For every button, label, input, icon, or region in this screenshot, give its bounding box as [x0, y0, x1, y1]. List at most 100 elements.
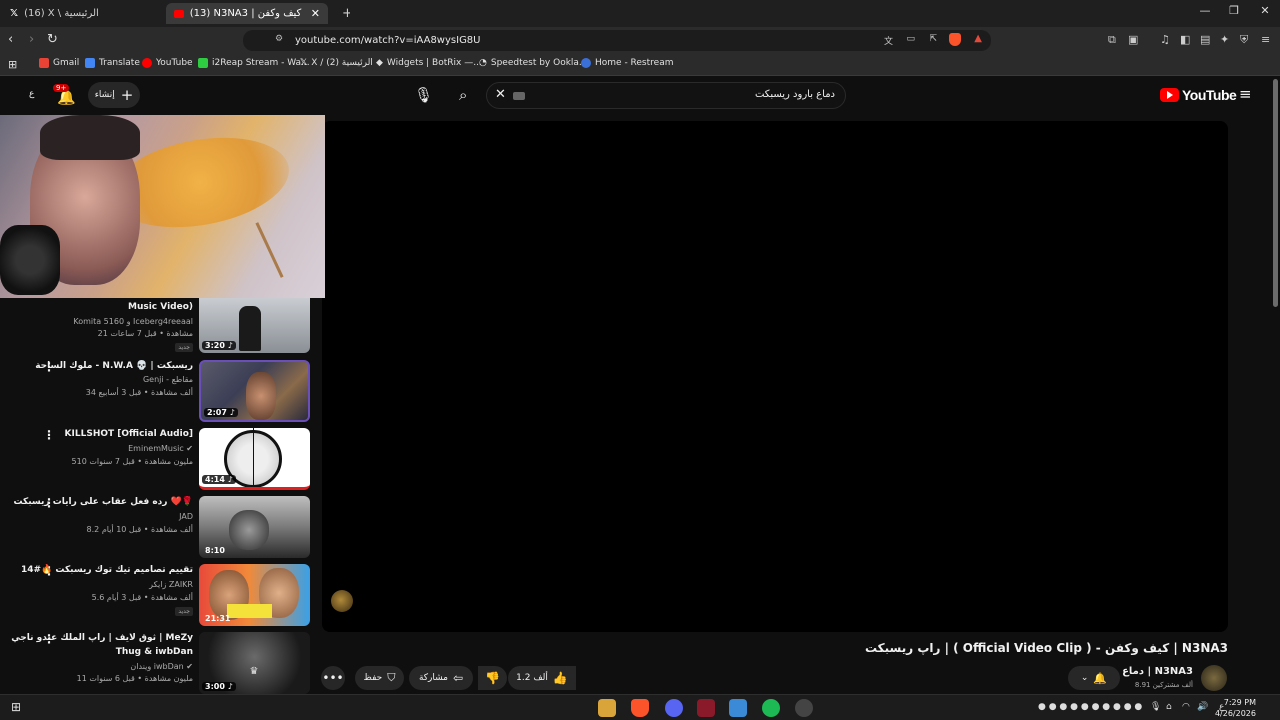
- wifi-icon[interactable]: ◠: [1182, 702, 1190, 712]
- site-info-icon[interactable]: ⚙: [275, 34, 283, 44]
- video-title[interactable]: ثوق لايف | راپ الملك عبدو ناجي | MeZy: [11, 632, 193, 644]
- app-a-icon[interactable]: [697, 699, 715, 717]
- video-player[interactable]: [322, 121, 1228, 632]
- vpn-icon[interactable]: ⛨: [1240, 33, 1248, 47]
- tab-x-home[interactable]: 𝕏 (16) X \ الرئيسية: [2, 3, 162, 24]
- video-thumbnail[interactable]: ♛ 3:00 ♪: [199, 632, 310, 694]
- search-icon[interactable]: ⌕: [459, 86, 467, 104]
- extensions-icon[interactable]: ⧉: [1108, 33, 1116, 47]
- channel-name[interactable]: Komita 5160 و Iceberg4reeaal: [73, 317, 193, 326]
- network-icon[interactable]: ⌂: [1166, 702, 1172, 712]
- media-icon[interactable]: ♫: [1160, 33, 1170, 46]
- close-window-icon[interactable]: ✕: [1250, 4, 1280, 17]
- obs-icon[interactable]: [795, 699, 813, 717]
- file-explorer-icon[interactable]: [598, 699, 616, 717]
- bookmark-youtube[interactable]: YouTube: [142, 58, 193, 68]
- chrome-profile-icon[interactable]: [665, 699, 683, 717]
- restore-icon[interactable]: ❐: [1219, 4, 1249, 17]
- save-button[interactable]: حفظ ⛉: [355, 666, 404, 690]
- share-button[interactable]: مشاركة ⇦: [409, 666, 473, 690]
- video-thumbnail[interactable]: 21:31: [199, 564, 310, 626]
- crypto-wallet-icon[interactable]: ▤: [1200, 33, 1210, 46]
- account-avatar[interactable]: ع: [29, 89, 34, 99]
- page-scrollbar[interactable]: [1271, 77, 1280, 694]
- video-title[interactable]: تقييم تصاميم تيك توك ريسبكت 🔥#14: [21, 564, 193, 576]
- new-tab-button[interactable]: +: [334, 3, 350, 24]
- recommendation-item[interactable]: ♛ 3:00 ♪ ⋮ ثوق لايف | راپ الملك عبدو ناج…: [0, 632, 320, 694]
- brave-shield-icon[interactable]: [949, 33, 961, 46]
- notifications-button[interactable]: 🔔 9+: [53, 84, 76, 106]
- video-title[interactable]: Music Video): [128, 301, 193, 313]
- channel-name[interactable]: Genji - مقاطع: [143, 375, 193, 384]
- sidebar-icon[interactable]: ◧: [1180, 33, 1190, 46]
- channel-name[interactable]: EminemMusic ✔: [128, 444, 193, 453]
- recommendation-item[interactable]: 4:14 ♪ ⋮ KILLSHOT [Official Audio] Emine…: [0, 428, 320, 492]
- scrollbar-thumb[interactable]: [1273, 79, 1278, 307]
- channel-name[interactable]: زايكر ZAIKR: [149, 580, 193, 589]
- channel-name[interactable]: ويندان iwbDan ✔: [130, 662, 193, 671]
- recommendation-item[interactable]: 8:10 ⋮ رده فعل عقاب على رايات ريسبكت ❤️🌹…: [0, 496, 320, 560]
- channel-name[interactable]: JAD: [179, 512, 193, 521]
- back-icon[interactable]: ‹: [8, 32, 13, 47]
- video-meta: 11 مليون مشاهدة • قبل 6 سنوات: [76, 674, 193, 683]
- more-actions-button[interactable]: •••: [321, 666, 345, 690]
- forward-icon[interactable]: ›: [29, 32, 34, 47]
- bookmark-i2reap[interactable]: i2Reap Stream - Wa...: [198, 58, 310, 68]
- bookmark-gmail[interactable]: Gmail: [39, 58, 79, 68]
- volume-icon[interactable]: 🔊: [1197, 702, 1208, 712]
- translate-icon[interactable]: 文: [884, 34, 893, 47]
- video-title[interactable]: رده فعل عقاب على رايات ريسبكت ❤️🌹: [13, 496, 193, 508]
- translate-bookmark-icon: [85, 58, 95, 68]
- search-input[interactable]: ✕ دماع بارود ريسبكت: [486, 82, 846, 109]
- youtube-logo[interactable]: YouTube: [1160, 87, 1237, 103]
- channel-avatar[interactable]: [1201, 665, 1227, 691]
- wallet-icon[interactable]: ▣: [1128, 33, 1138, 46]
- clear-search-icon[interactable]: ✕: [495, 87, 506, 102]
- minimize-icon[interactable]: —: [1190, 4, 1220, 17]
- cast-icon[interactable]: ▭: [906, 34, 915, 44]
- video-thumbnail[interactable]: 2:07 ♪: [199, 360, 310, 422]
- video-thumbnail[interactable]: 8:10: [199, 496, 310, 558]
- brave-browser-icon[interactable]: [631, 699, 649, 717]
- tab-youtube-video[interactable]: (13) N3NA3 | كيف وكفن - ( Offici... ✕: [166, 3, 328, 24]
- create-button[interactable]: إنشاء +: [88, 82, 140, 108]
- share-page-icon[interactable]: ⇱: [929, 34, 937, 44]
- bookmark-botrix[interactable]: ◆ Widgets | BotRix —...: [376, 58, 482, 68]
- video-thumbnail[interactable]: 4:14 ♪: [199, 428, 310, 490]
- keyboard-icon[interactable]: [513, 92, 525, 100]
- voice-search-icon[interactable]: 🎙: [414, 86, 433, 104]
- video-title[interactable]: ملوك الساحة - N.W.A 💀 | ريسبكت: [35, 360, 193, 372]
- bookmark-translate[interactable]: Translate: [85, 58, 140, 68]
- bookmark-restream[interactable]: Home - Restream: [581, 58, 673, 68]
- more-options-icon[interactable]: ⋮: [43, 428, 55, 442]
- subscribed-button[interactable]: ⌄ 🔔: [1068, 666, 1120, 690]
- recommendation-item[interactable]: 2:07 ♪ ⋮ ملوك الساحة - N.W.A 💀 | ريسبكت …: [0, 360, 320, 424]
- windows-start-icon[interactable]: ⊞: [11, 700, 21, 714]
- apps-grid-icon[interactable]: ⊞: [8, 58, 17, 71]
- video-meta: 5.6 ألف مشاهدة • قبل 3 أيام: [91, 593, 193, 602]
- brave-rewards-icon[interactable]: ▲: [974, 33, 982, 44]
- channel-watermark-icon[interactable]: [331, 590, 353, 612]
- like-button[interactable]: 1.2 ألف 👍: [508, 666, 576, 690]
- dislike-button[interactable]: 👎: [478, 666, 507, 690]
- video-thumbnail[interactable]: 3:20 ♪: [199, 298, 310, 353]
- video-title-line2[interactable]: Thug & iwbDan: [116, 646, 193, 658]
- channel-name-main[interactable]: دماع | N3NA3: [1122, 666, 1193, 677]
- close-tab-icon[interactable]: ✕: [311, 7, 320, 20]
- url-field[interactable]: ⚙ youtube.com/watch?v=iAA8wysIG8U 文 ▭ ⇱ …: [243, 30, 991, 51]
- video-title[interactable]: KILLSHOT [Official Audio]: [65, 428, 193, 440]
- recommendation-item[interactable]: 21:31 ⋮ تقييم تصاميم تيك توك ريسبكت 🔥#14…: [0, 564, 320, 628]
- mini-player[interactable]: [0, 115, 325, 298]
- bookmark-x[interactable]: 𝕏X / الرئيسية (2): [300, 58, 373, 68]
- menu-icon[interactable]: ≡: [1261, 33, 1270, 46]
- window-app-icon[interactable]: [729, 699, 747, 717]
- tray-icons[interactable]: ● ● ● ● ● ● ● ● ● ●: [1038, 702, 1142, 712]
- leo-ai-icon[interactable]: ✦: [1220, 33, 1229, 46]
- microphone-icon[interactable]: 🎙: [1150, 702, 1161, 712]
- guide-menu-icon[interactable]: ≡: [1239, 85, 1252, 103]
- bookmark-speedtest[interactable]: ◔ Speedtest by Ookla...: [479, 58, 588, 68]
- reload-icon[interactable]: ↻: [47, 32, 58, 47]
- recommendation-item[interactable]: 3:20 ♪ Music Video) Komita 5160 و Iceber…: [0, 298, 320, 358]
- system-clock[interactable]: 7:29 PM 4/26/2026: [1215, 697, 1256, 719]
- spotify-icon[interactable]: [762, 699, 780, 717]
